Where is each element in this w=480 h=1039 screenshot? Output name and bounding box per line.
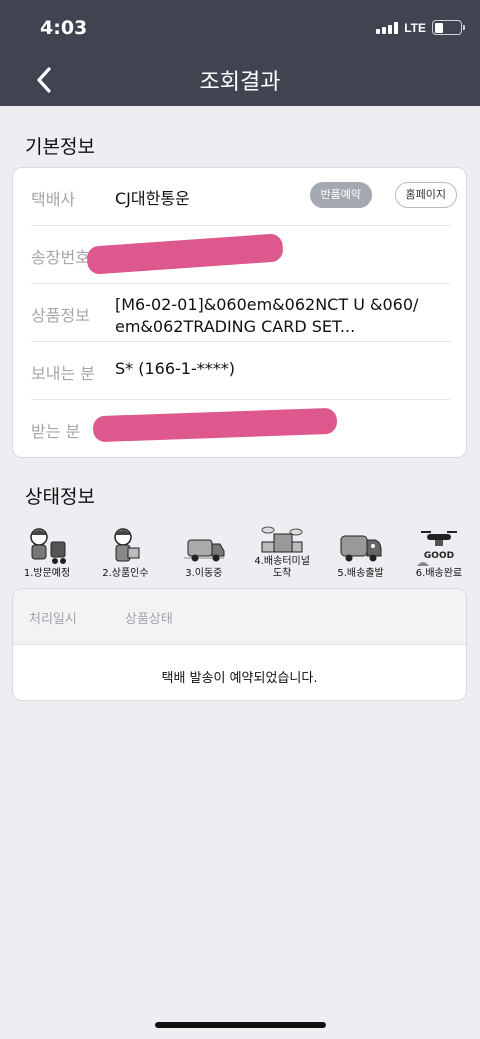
step-label: 6.배송완료 — [415, 568, 463, 579]
tracking-number-label: 송장번호 — [31, 248, 90, 267]
step-visit-scheduled: 1.방문예정 — [12, 524, 82, 588]
step-out-for-delivery: 5.배송출발 — [326, 524, 396, 588]
page-title: 조회결과 — [199, 70, 281, 95]
courier-with-cart-icon — [30, 528, 66, 564]
product-info-value: [M6-02-01]&060em&062NCT U &060/ em&062TR… — [115, 295, 419, 336]
step-label: 4.배송터미널 도착 — [254, 556, 310, 579]
recipient-label: 받는 분 — [31, 422, 81, 441]
carrier-label: 택배사 — [31, 190, 76, 209]
step-delivered: GOOD 6.배송완료 — [404, 524, 474, 588]
delivery-steps: 1.방문예정 2.상품인수 3.이동중 4.배송터미널 도착 5.배송출발 GO… — [12, 524, 474, 588]
drone-good-icon: GOOD — [416, 531, 457, 566]
tracking-history-card: 처리일시 상품상태 택배 발송이 예약되었습니다. — [12, 588, 467, 701]
step-label: 3.이동중 — [185, 568, 223, 579]
history-message: 택배 발송이 예약되었습니다. — [161, 671, 318, 686]
status-indicators: LTE — [376, 20, 465, 35]
status-time: 4:03 — [40, 17, 88, 39]
column-package-status: 상품상태 — [125, 612, 173, 627]
signal-icon — [376, 21, 399, 34]
return-reservation-button[interactable]: 반품예약 — [309, 182, 372, 208]
sender-label: 보내는 분 — [31, 364, 95, 383]
home-indicator[interactable] — [155, 1022, 326, 1028]
basic-info-title: 기본정보 — [25, 136, 95, 158]
network-label: LTE — [404, 20, 426, 35]
homepage-button[interactable]: 홈페이지 — [394, 182, 457, 208]
terminal-building-icon — [261, 526, 303, 553]
truck-departing-icon — [340, 535, 382, 562]
carrier-value: CJ대한통운 — [115, 189, 190, 208]
step-terminal-arrival: 4.배송터미널 도착 — [247, 524, 317, 588]
top-bar: 4:03 LTE 조회결과 — [0, 0, 480, 106]
redaction-mark — [86, 233, 284, 275]
battery-icon — [432, 20, 465, 35]
row-carrier: 택배사 CJ대한통운 반품예약 홈페이지 — [31, 168, 457, 226]
step-label: 5.배송출발 — [337, 568, 384, 579]
truck-moving-icon — [183, 539, 225, 562]
row-recipient: 받는 분 — [31, 400, 450, 458]
status-info-title: 상태정보 — [25, 486, 95, 508]
redaction-mark — [92, 407, 338, 443]
basic-info-card: 택배사 CJ대한통운 반품예약 홈페이지 송장번호 상품정보 [M6-02-01… — [12, 167, 467, 458]
step-label: 1.방문예정 — [23, 568, 71, 579]
step-package-received: 2.상품인수 — [90, 524, 160, 588]
product-info-label: 상품정보 — [31, 306, 90, 325]
row-product-info: 상품정보 [M6-02-01]&060em&062NCT U &060/ em&… — [31, 284, 450, 342]
sender-value: S* (166-1-****) — [115, 359, 235, 378]
history-table-header: 처리일시 상품상태 — [13, 589, 466, 645]
step-in-transit: 3.이동중 — [169, 524, 239, 588]
courier-with-box-icon — [114, 528, 140, 562]
svg-text:GOOD: GOOD — [424, 551, 454, 561]
step-label: 2.상품인수 — [102, 568, 149, 579]
row-sender: 보내는 분 S* (166-1-****) — [31, 342, 450, 400]
row-tracking-number: 송장번호 — [31, 226, 450, 284]
column-processed-time: 처리일시 — [29, 612, 77, 627]
